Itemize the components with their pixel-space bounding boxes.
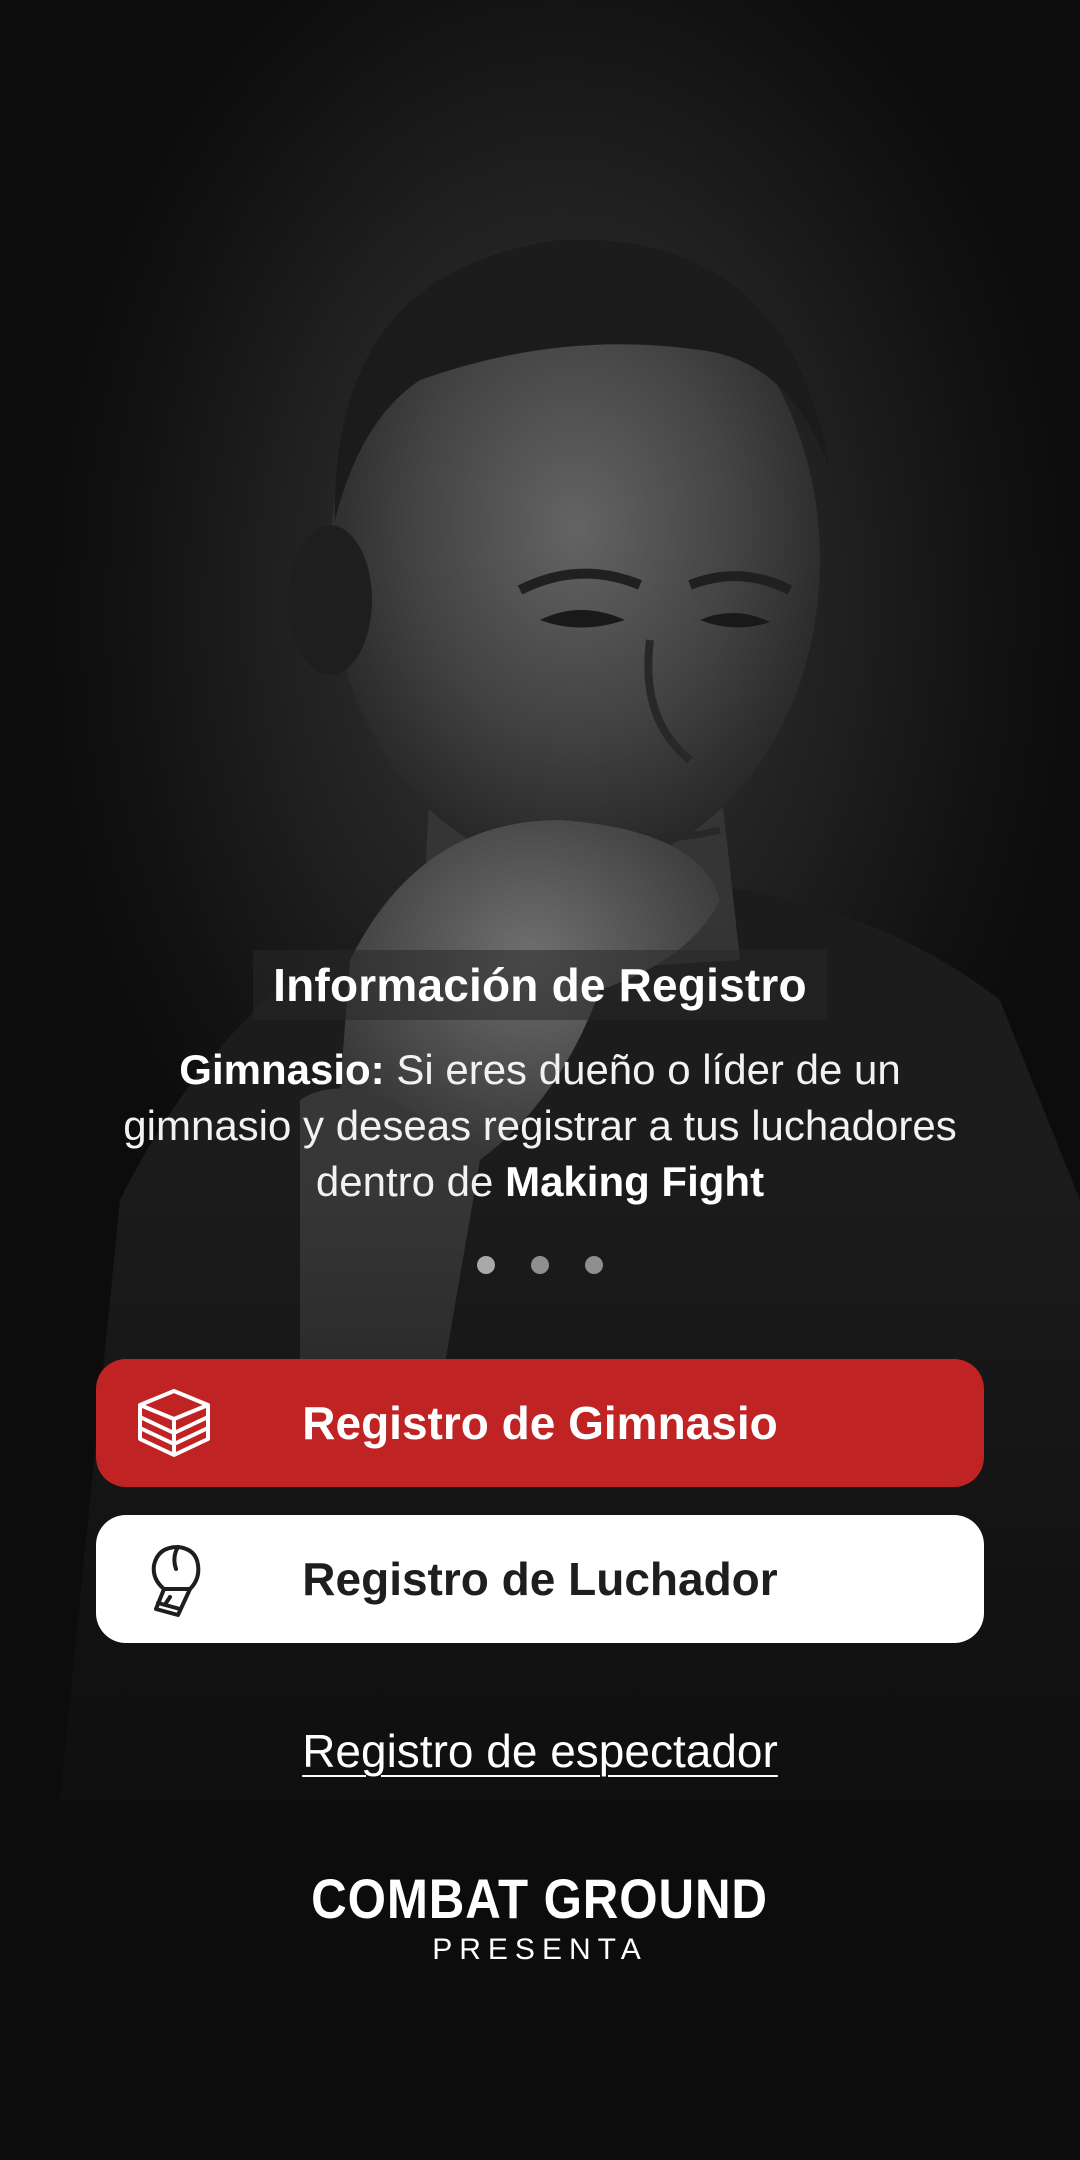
brand-name: COMBAT GROUND: [311, 1867, 769, 1930]
brand-logo: COMBAT GROUND PRESENTA: [0, 1866, 1080, 1967]
spectator-registration-link[interactable]: Registro de espectador: [302, 1725, 778, 1777]
spectator-registration-link-wrap: Registro de espectador: [0, 1724, 1080, 1778]
gym-registration-button[interactable]: Registro de Gimnasio: [96, 1359, 984, 1487]
carousel-dot-1[interactable]: [476, 1256, 495, 1274]
carousel-indicator: [0, 1256, 1080, 1279]
info-description: Gimnasio: Si eres dueño o líder de un gi…: [110, 1042, 970, 1210]
info-title: Información de Registro: [253, 950, 827, 1020]
fighter-registration-button[interactable]: Registro de Luchador: [96, 1515, 984, 1643]
gym-registration-label: Registro de Gimnasio: [302, 1397, 778, 1449]
info-body-suffix: Making Fight: [505, 1158, 765, 1205]
registration-screen: Información de Registro Gimnasio: Si ere…: [0, 0, 1080, 2160]
fighter-registration-label: Registro de Luchador: [302, 1553, 778, 1605]
carousel-dot-3[interactable]: [585, 1256, 604, 1274]
carousel-dot-2[interactable]: [531, 1256, 549, 1274]
brand-subtitle: PRESENTA: [432, 1933, 648, 1966]
registration-info: Información de Registro Gimnasio: Si ere…: [0, 950, 1080, 1210]
info-body-prefix: Gimnasio:: [179, 1046, 385, 1093]
